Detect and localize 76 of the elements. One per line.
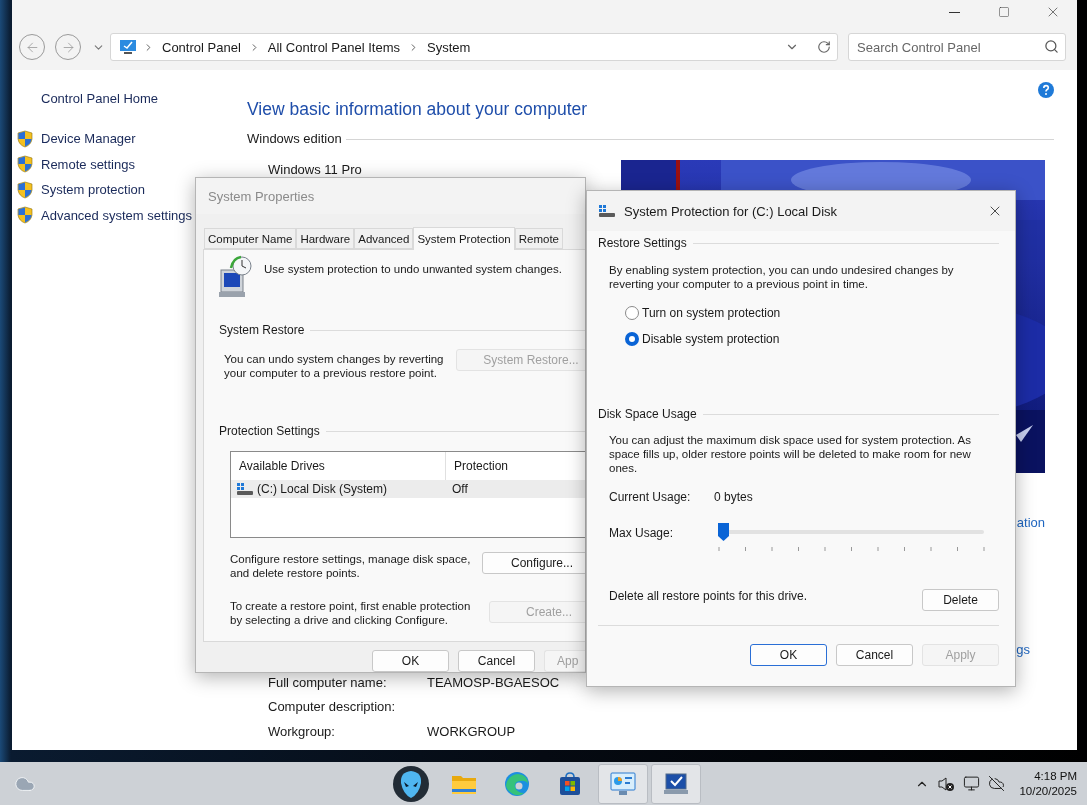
- table-cell: Off: [452, 482, 468, 496]
- shield-icon: [17, 206, 33, 225]
- drive-row[interactable]: (C:) Local Disk (System) Off: [231, 480, 585, 498]
- usage-value: 0 bytes: [714, 490, 753, 504]
- delete-text: Delete all restore points for this drive.: [609, 589, 808, 603]
- intro-text: Use system protection to undo unwanted system changes.: [264, 262, 563, 277]
- tab[interactable]: System Protection: [413, 227, 515, 250]
- configure-button[interactable]: Configure...: [482, 552, 585, 574]
- tab[interactable]: Hardware: [296, 228, 355, 249]
- table-cell: (C:) Local Disk (System): [257, 482, 387, 496]
- tab[interactable]: Remote: [514, 228, 563, 249]
- drive-icon: [599, 205, 615, 217]
- store-icon: [558, 771, 582, 796]
- column-header[interactable]: Protection: [446, 452, 585, 480]
- address-field[interactable]: Control Panel All Control Panel Items System: [110, 33, 838, 61]
- monitor-chart-icon: [610, 771, 636, 796]
- speaker-muted-icon[interactable]: [937, 775, 956, 792]
- drive-icon: [237, 483, 253, 495]
- taskbar-app[interactable]: [651, 763, 701, 804]
- network-icon[interactable]: [963, 775, 981, 792]
- group-heading: System Restore: [219, 323, 305, 337]
- shield-icon: [17, 180, 33, 199]
- link[interactable]: ation: [1016, 515, 1045, 531]
- detail-label: Workgroup:: [267, 723, 336, 739]
- clock[interactable]: 4:18 PM 10/20/2025: [1019, 768, 1077, 799]
- group-heading: Disk Space Usage: [598, 407, 697, 421]
- detail-value: WORKGROUP: [427, 723, 517, 739]
- detail-label: Computer description:: [267, 699, 397, 715]
- configure-text: Configure restore settings, manage disk space, and delete restore points.: [230, 552, 472, 580]
- search-icon: [1044, 39, 1059, 54]
- delete-button[interactable]: Delete: [922, 589, 999, 611]
- page-heading: View basic information about your computer: [247, 98, 589, 120]
- alien-icon: [392, 764, 430, 803]
- breadcrumb-item[interactable]: Control Panel: [160, 39, 243, 55]
- dialog-title: System Protection for (C:) Local Disk: [624, 203, 839, 219]
- link[interactable]: gs: [1016, 642, 1030, 658]
- dialog-button[interactable]: OK: [750, 644, 827, 666]
- restore-text: You can undo system changes by reverting your computer to a previous restore point.: [224, 352, 445, 380]
- group-heading: Restore Settings: [598, 236, 687, 250]
- cloud-off-icon[interactable]: [988, 775, 1006, 792]
- shield-icon: [17, 129, 33, 148]
- arrow-left-icon: [24, 39, 40, 55]
- tab[interactable]: Computer Name: [204, 228, 297, 249]
- usage-label: Max Usage:: [609, 526, 675, 540]
- usage-label: Current Usage:: [609, 490, 692, 504]
- detail-value: TEAMOSP-BGAESOC: [427, 674, 561, 690]
- computer-icon: [119, 39, 137, 55]
- restore-settings-text: By enabling system protection, you can undo undesired changes by reverting your computer to a previous point in time.: [609, 263, 955, 291]
- breadcrumb-item[interactable]: System: [425, 39, 473, 55]
- minimize-icon: [949, 11, 960, 13]
- edition-text: Windows 11 Pro: [267, 162, 362, 177]
- slider-thumb[interactable]: [718, 523, 729, 541]
- monitor-icon: [663, 771, 689, 796]
- dialog-title: System Properties: [208, 188, 316, 204]
- dialog-button[interactable]: OK: [372, 650, 449, 672]
- section-heading: Windows edition: [247, 131, 342, 147]
- radio-option[interactable]: Disable system protection: [625, 326, 999, 352]
- breadcrumb-item[interactable]: All Control Panel Items: [265, 39, 402, 55]
- detail-label: Full computer name:: [267, 674, 388, 690]
- dialog-button[interactable]: Cancel: [836, 644, 913, 666]
- sidebar-link[interactable]: Device Manager: [12, 126, 247, 152]
- maximize-icon: [997, 6, 1010, 18]
- radio-option[interactable]: Turn on system protection: [625, 300, 999, 326]
- sidebar-link[interactable]: Control Panel Home: [12, 89, 247, 109]
- browser-icon: [504, 770, 530, 797]
- group-heading: Protection Settings: [219, 424, 320, 438]
- tab[interactable]: Advanced: [354, 228, 414, 249]
- computer-restore-drawing: [219, 254, 252, 298]
- sidebar-link[interactable]: Remote settings: [12, 151, 247, 177]
- help-icon[interactable]: [1038, 82, 1054, 98]
- disk-usage-text: You can adjust the maximum disk space used for system protection. As space fills up, older restore points will be deleted to make room for new ones.: [609, 433, 972, 475]
- refresh-icon[interactable]: [817, 40, 831, 54]
- search-field[interactable]: Search Control Panel: [848, 33, 1066, 61]
- shield-icon: [17, 155, 33, 174]
- dialog-button[interactable]: Cancel: [458, 650, 535, 672]
- create-text: To create a restore point, first enable protection by selecting a drive and clicking Configure.: [230, 599, 472, 627]
